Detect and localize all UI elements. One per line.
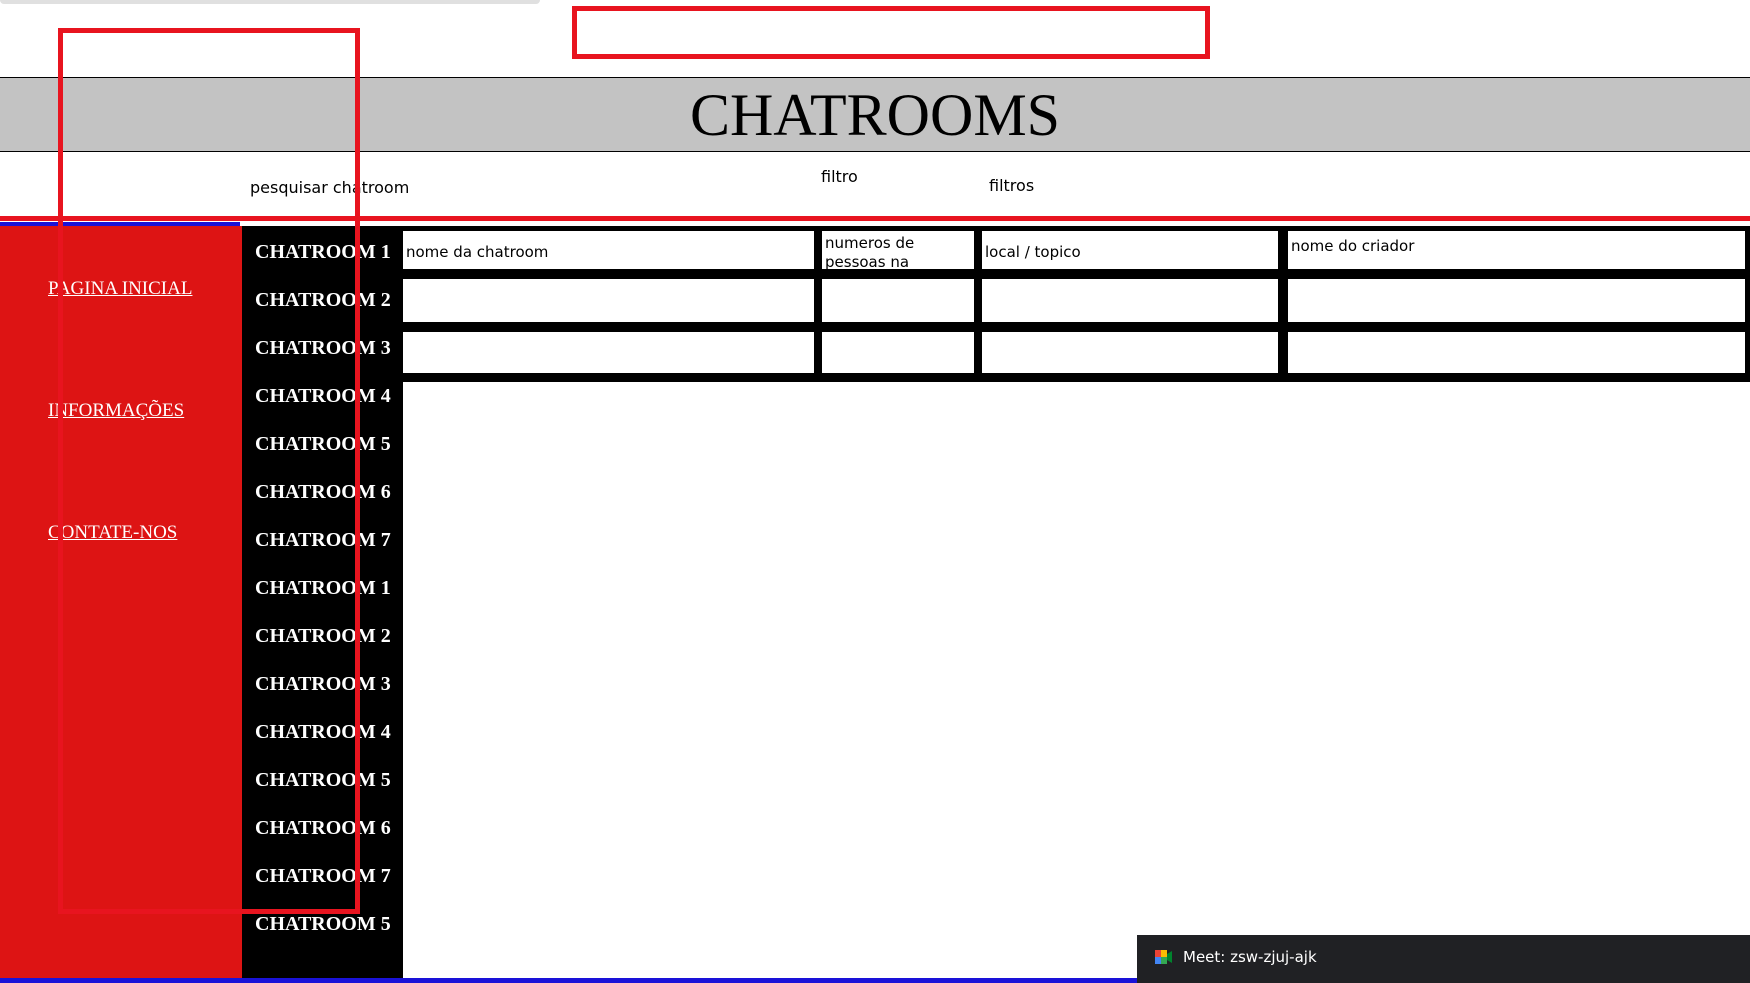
annotation-box bbox=[58, 28, 360, 914]
table-cell bbox=[1288, 279, 1745, 322]
table-header-topic: local / topico bbox=[982, 231, 1278, 269]
browser-tab-stub bbox=[0, 0, 540, 4]
table-cell bbox=[822, 279, 974, 322]
meet-notification[interactable]: Meet: zsw-zjuj-ajk bbox=[1137, 935, 1750, 983]
table-cell bbox=[982, 279, 1278, 322]
table-cell bbox=[1288, 332, 1745, 373]
table-header-name: nome da chatroom bbox=[403, 231, 814, 269]
table-cell bbox=[982, 332, 1278, 373]
filter-label[interactable]: filtro bbox=[821, 167, 858, 186]
table-cell bbox=[403, 279, 814, 322]
chatroom-table: nome da chatroom numeros de pessoas na c… bbox=[398, 226, 1750, 382]
meet-notification-text: Meet: zsw-zjuj-ajk bbox=[1183, 948, 1317, 966]
google-meet-icon bbox=[1155, 950, 1172, 964]
table-header-people: numeros de pessoas na chatroom bbox=[822, 231, 974, 269]
table-cell bbox=[403, 332, 814, 373]
table-cell bbox=[822, 332, 974, 373]
chatroom-item[interactable]: CHATROOM 5 bbox=[255, 913, 391, 936]
annotation-box bbox=[572, 6, 1210, 59]
table-header-creator: nome do criador bbox=[1288, 231, 1745, 269]
filters-label[interactable]: filtros bbox=[989, 176, 1034, 195]
